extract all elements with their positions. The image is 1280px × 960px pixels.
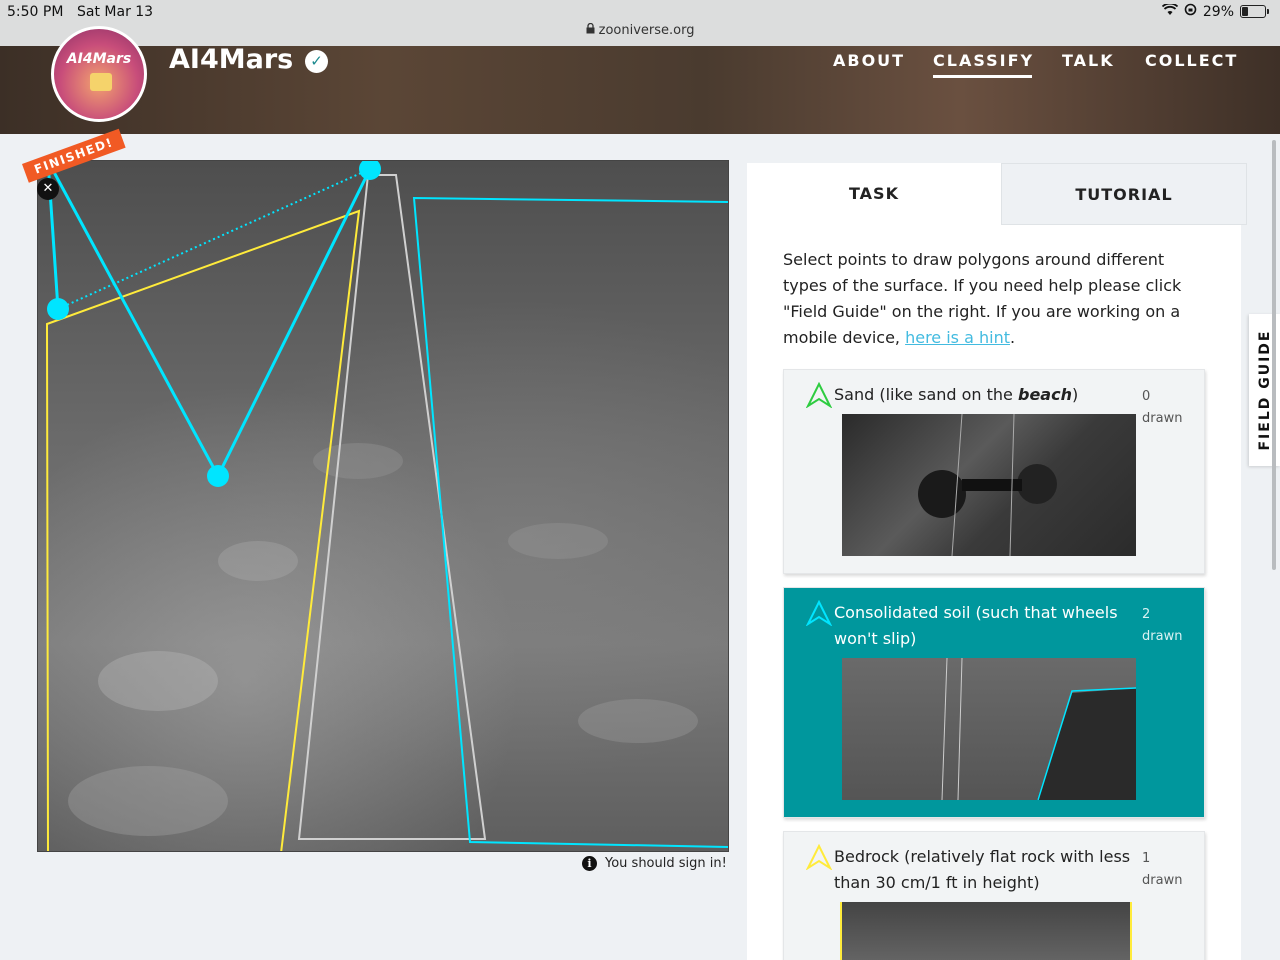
nav-talk[interactable]: TALK [1062, 51, 1115, 70]
polygon-tool-icon [806, 382, 832, 408]
close-icon[interactable]: ✕ [37, 178, 59, 200]
closing-guide-line [57, 168, 371, 310]
option-label-emphasis: beach [1017, 385, 1072, 404]
bedrock-example-image [840, 902, 1132, 960]
battery-icon [1240, 5, 1269, 18]
tool-option-bedrock[interactable]: Bedrock (relatively flat rock with less … [783, 831, 1205, 960]
option-label: Sand (like sand on the beach) [834, 382, 1078, 408]
battery-level [1242, 7, 1249, 16]
lock-icon [586, 22, 599, 38]
terrain-texture [68, 443, 698, 836]
tab-task[interactable]: TASK [747, 163, 1001, 225]
option-label-prefix: Sand (like sand on the [834, 385, 1018, 404]
task-panel: TASK TUTORIAL Select points to draw poly… [747, 163, 1247, 960]
project-logo[interactable]: AI4Mars [51, 26, 147, 122]
soil-polygon[interactable] [412, 196, 729, 848]
wifi-icon [1161, 2, 1178, 20]
soil-polygon-active[interactable] [46, 161, 372, 480]
other-polygon[interactable] [297, 174, 487, 840]
project-header: AI4Mars AI4Mars ✓ ABOUT CLASSIFY TALK CO… [0, 26, 1280, 134]
info-icon: i [582, 856, 597, 871]
nav-collect[interactable]: COLLECT [1145, 51, 1238, 70]
rover-wheel-illustration [941, 658, 1136, 800]
instructions-end: . [1009, 328, 1016, 347]
hint-link[interactable]: here is a hint [905, 328, 1010, 347]
sand-example-image [842, 414, 1136, 556]
drawn-count: 1 drawn [1142, 848, 1182, 892]
rotation-lock-icon [1184, 3, 1197, 20]
tool-option-consolidated-soil[interactable]: Consolidated soil (such that wheels won'… [783, 587, 1205, 818]
verified-check-icon: ✓ [305, 50, 328, 73]
ios-status-bar: 5:50 PM Sat Mar 13 29% zooniverse.org [0, 0, 1280, 46]
soil-example-image [842, 658, 1136, 800]
tab-tutorial[interactable]: TUTORIAL [1001, 163, 1247, 225]
drawn-count-label: drawn [1142, 873, 1183, 888]
rover-icon [90, 73, 112, 91]
drawn-count: 2 drawn [1142, 604, 1182, 648]
url-bar[interactable]: zooniverse.org [0, 22, 1280, 38]
status-time: 5:50 PM [7, 4, 64, 20]
option-label: Consolidated soil (such that wheels won'… [834, 603, 1118, 648]
polygon-tool-icon [806, 600, 832, 626]
page-scrollbar[interactable] [1272, 140, 1276, 570]
annotation-layer[interactable] [38, 161, 729, 852]
battery-percent: 29% [1202, 3, 1234, 20]
task-instructions: Select points to draw polygons around di… [783, 247, 1193, 351]
status-date: Sat Mar 13 [77, 4, 154, 20]
subject-image[interactable] [37, 160, 729, 852]
drawn-count-label: drawn [1142, 411, 1183, 426]
polygon-tool-icon [806, 844, 832, 870]
vertex-handle[interactable] [47, 298, 69, 320]
logo-wordmark: AI4Mars [66, 51, 132, 67]
option-label: Bedrock (relatively flat rock with less … [834, 847, 1131, 892]
drawn-count: 0 drawn [1142, 386, 1182, 430]
project-title[interactable]: AI4Mars [169, 46, 293, 74]
nav-classify[interactable]: CLASSIFY [933, 51, 1034, 78]
drawn-count-label: drawn [1142, 629, 1183, 644]
url-text: zooniverse.org [598, 23, 695, 38]
bedrock-polygon[interactable] [45, 209, 361, 852]
nav-about[interactable]: ABOUT [833, 51, 905, 70]
drawn-count-number: 2 [1142, 607, 1151, 622]
project-title-text: AI4Mars [169, 44, 294, 75]
tool-option-sand[interactable]: Sand (like sand on the beach) 0 drawn [783, 369, 1205, 574]
status-indicators: 29% [1161, 2, 1269, 20]
drawn-count-number: 1 [1142, 851, 1151, 866]
drawn-count-number: 0 [1142, 389, 1151, 404]
vertex-handle[interactable] [207, 465, 229, 487]
vertex-handle[interactable] [359, 161, 381, 180]
field-guide-label: FIELD GUIDE [1257, 329, 1273, 451]
option-label-suffix: ) [1071, 385, 1079, 404]
sign-in-notice[interactable]: i You should sign in! [582, 856, 727, 871]
rover-arm-illustration [918, 414, 1057, 556]
sign-in-text: You should sign in! [605, 856, 727, 871]
